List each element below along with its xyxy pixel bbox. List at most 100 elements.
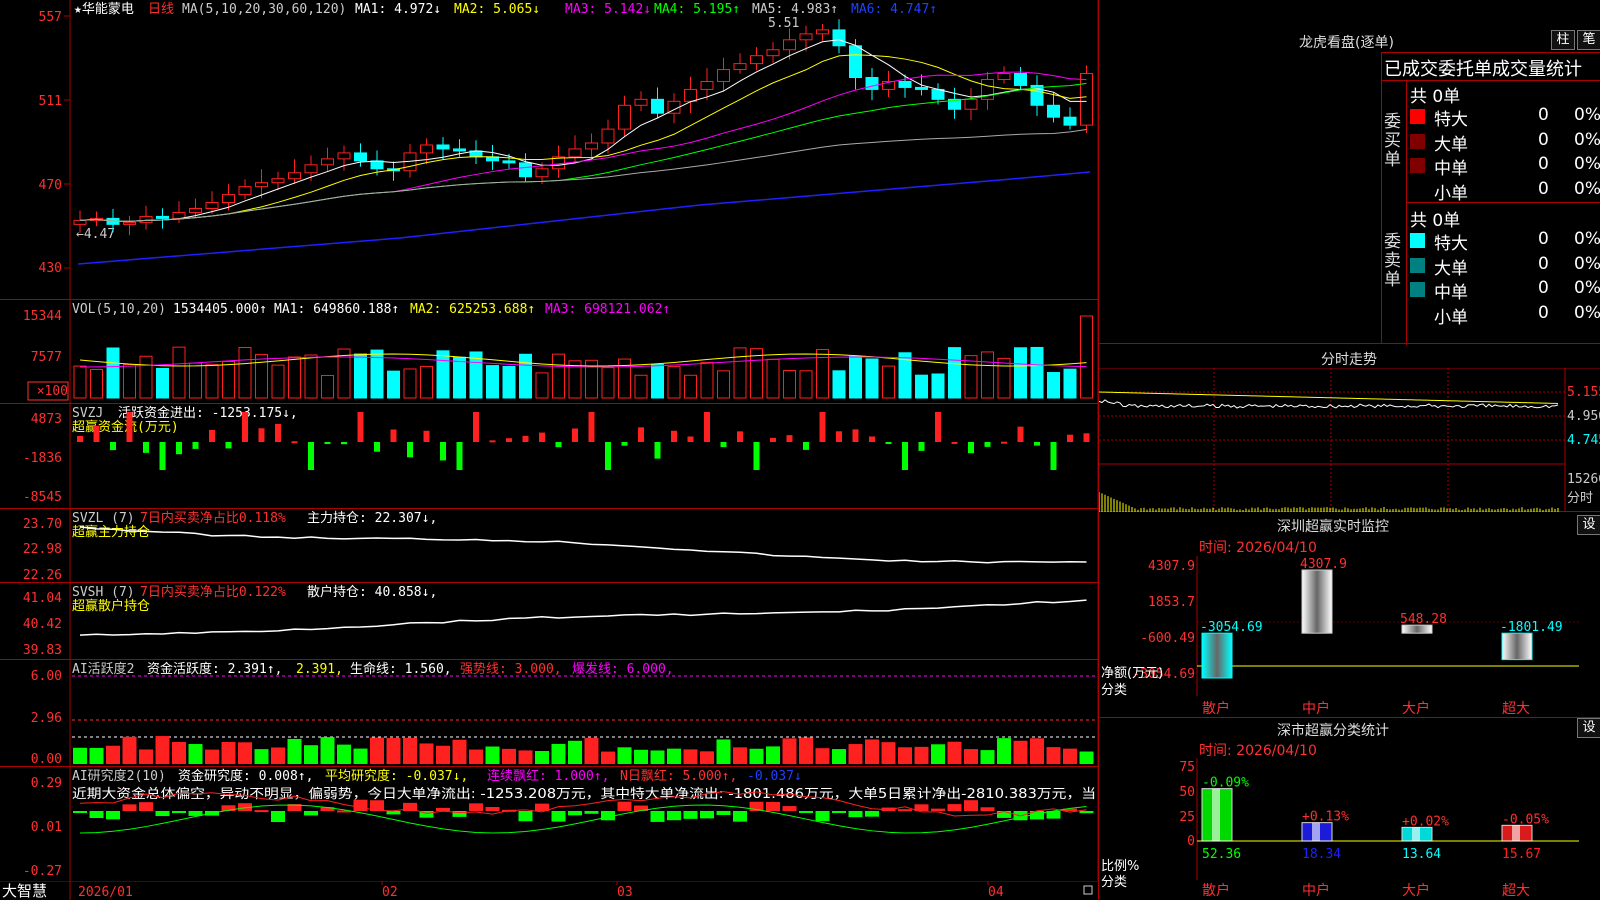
ai1-strongline: 强势线: 3.000, bbox=[460, 661, 562, 677]
flow-bar bbox=[192, 442, 199, 449]
activity-bar bbox=[452, 739, 467, 764]
activity-bar bbox=[848, 744, 863, 764]
ss-category: 中户 bbox=[1302, 882, 1330, 899]
lock-icon[interactable] bbox=[1083, 885, 1093, 895]
color-swatch bbox=[1410, 306, 1425, 322]
sz-tick: -600.49 bbox=[1140, 631, 1195, 646]
activity-bar bbox=[337, 744, 351, 764]
candle-body bbox=[750, 55, 763, 65]
volume-bar bbox=[634, 374, 648, 399]
research-bar bbox=[353, 799, 368, 811]
activity-bar bbox=[584, 737, 599, 764]
ss-settings-button[interactable]: 设 bbox=[1577, 718, 1600, 738]
sz-settings-button[interactable]: 设 bbox=[1577, 515, 1600, 535]
activity-bar bbox=[634, 749, 648, 764]
flow-bar bbox=[819, 412, 826, 442]
svzl-pane[interactable]: 23.70 22.98 22.26 SVZL (7) 7日内买卖净占比0.118… bbox=[0, 509, 1098, 583]
date-tick: 02 bbox=[382, 885, 398, 900]
ss-tick: 25 bbox=[1179, 810, 1195, 825]
candle-body bbox=[915, 86, 928, 90]
ai2-axis: 0.29 0.01 -0.27 bbox=[23, 776, 62, 879]
ss-bar-value: 13.64 bbox=[1402, 847, 1441, 862]
volume-bar bbox=[651, 364, 664, 399]
flow-bar bbox=[687, 436, 694, 442]
tick-mode-button[interactable]: 笔 bbox=[1577, 30, 1600, 50]
order-percent: 0% bbox=[1574, 105, 1600, 125]
activity-bar bbox=[766, 746, 780, 764]
ss-bar-change: -0.09% bbox=[1202, 776, 1249, 791]
color-swatch bbox=[1410, 282, 1425, 297]
volume-bar bbox=[684, 374, 697, 399]
volume-legend: VOL(5,10,20) 1534405.000↑ MA1: 649860.18… bbox=[72, 302, 670, 317]
shenzhen-monitor-panel[interactable]: 深圳超赢实时监控 设 时间: 2026/04/10 4307.9 1853.7 … bbox=[1099, 512, 1600, 718]
date-tick: 03 bbox=[617, 885, 633, 900]
ai2-legend: AI研究度2(10) 资金研究度: 0.008↑, 平均研究度: -0.037↓… bbox=[72, 768, 1096, 802]
volume-pane[interactable]: 15344 7577 ×100 VOL(5,10,20) 1534405.000… bbox=[0, 300, 1098, 404]
svsh-value: 散户持仓: 40.858↓, bbox=[307, 584, 437, 600]
candle-body bbox=[1047, 104, 1060, 118]
vol-unit: ×100 bbox=[37, 384, 68, 399]
intraday-tick: 5.155 bbox=[1567, 385, 1600, 400]
research-bar bbox=[733, 811, 747, 822]
volume-bar bbox=[354, 353, 367, 399]
volume-bar bbox=[981, 351, 994, 399]
flow-bar bbox=[242, 412, 248, 442]
activity-bar bbox=[667, 748, 681, 764]
research-bar bbox=[122, 804, 137, 811]
sell-row: 大单 0 0% bbox=[1410, 254, 1600, 279]
sz-tick: 4307.9 bbox=[1148, 559, 1195, 574]
ai1-tick: 6.00 bbox=[31, 669, 62, 684]
flow-bar bbox=[638, 427, 644, 442]
sz-bar bbox=[1501, 632, 1533, 661]
flow-bar bbox=[440, 442, 446, 461]
volume-bars bbox=[73, 315, 1093, 399]
ai-research-pane[interactable]: 0.29 0.01 -0.27 AI研究度2(10) 资金研究度: 0.008↑… bbox=[0, 767, 1098, 881]
candle-body bbox=[601, 128, 615, 144]
svzl-label: SVZL (7) bbox=[72, 511, 135, 526]
column-mode-button[interactable]: 柱 bbox=[1551, 30, 1575, 50]
svzj-pane[interactable]: 4873 -1836 -8545 SVZJ 活跃资金进出: -1253.175↓… bbox=[0, 404, 1098, 509]
candle-body bbox=[420, 144, 433, 154]
order-count: 0 bbox=[1538, 302, 1549, 323]
flow-bar bbox=[918, 442, 925, 451]
activity-bar bbox=[535, 751, 549, 764]
activity-bar bbox=[436, 745, 450, 764]
activity-bar bbox=[320, 737, 335, 764]
research-bar bbox=[584, 811, 599, 814]
candle-body bbox=[1063, 116, 1077, 126]
candle-body bbox=[321, 158, 334, 166]
vol-ma-line bbox=[79, 353, 1087, 367]
vol-ma1: MA1: 649860.188↑ bbox=[274, 302, 399, 317]
candle-body bbox=[832, 29, 846, 47]
research-bar bbox=[304, 811, 318, 816]
svzj-tick: 4873 bbox=[31, 412, 62, 427]
candle-body bbox=[618, 104, 631, 130]
candle-body bbox=[766, 49, 780, 57]
svzl-axis: 23.70 22.98 22.26 bbox=[23, 517, 62, 582]
flow-bar bbox=[1017, 426, 1024, 442]
intraday-panel[interactable]: 分时走势 5.155 4.950 4.745 15266 分时 bbox=[1099, 344, 1600, 512]
flow-bar bbox=[341, 442, 347, 445]
ai2-value5: -0.037↓ bbox=[747, 769, 802, 784]
flow-bar bbox=[902, 442, 908, 470]
volume-bar bbox=[948, 347, 961, 399]
activity-bar bbox=[601, 751, 615, 764]
color-swatch bbox=[1410, 133, 1425, 149]
ss-xlabel: 分类 bbox=[1101, 875, 1127, 890]
candle-body bbox=[123, 221, 136, 225]
buy-order-label: 委买单 bbox=[1384, 112, 1401, 170]
research-bar bbox=[617, 801, 632, 811]
activity-bar bbox=[172, 742, 186, 764]
activity-bar bbox=[782, 738, 797, 764]
svsh-pane[interactable]: 41.04 40.42 39.83 SVSH (7) 7日内买卖净占比0.122… bbox=[0, 583, 1098, 660]
buy-row: 大单 0 0% bbox=[1410, 130, 1600, 155]
activity-bar bbox=[700, 751, 714, 764]
price-pane[interactable]: 557 511 470 430 ★华能蒙电 日线 MA(5,10,20,30,6… bbox=[0, 0, 1098, 300]
flow-bar bbox=[176, 442, 182, 455]
flow-bar bbox=[935, 412, 941, 442]
ai-activity-pane[interactable]: 6.00 2.96 0.00 AI活跃度2 资金活跃度: 2.391↑, 2.3… bbox=[0, 660, 1098, 767]
order-count: 0 bbox=[1538, 278, 1549, 298]
ss-bar-chart: 75 50 25 0 -0.09% 52.36 +0.13% 18.34 +0.02% 1… bbox=[1101, 758, 1579, 899]
order-percent: 0% bbox=[1574, 278, 1600, 298]
shenzhen-stats-panel[interactable]: 深市超赢分类统计 设 时间: 2026/04/10 75 50 25 0 -0.… bbox=[1099, 718, 1600, 900]
